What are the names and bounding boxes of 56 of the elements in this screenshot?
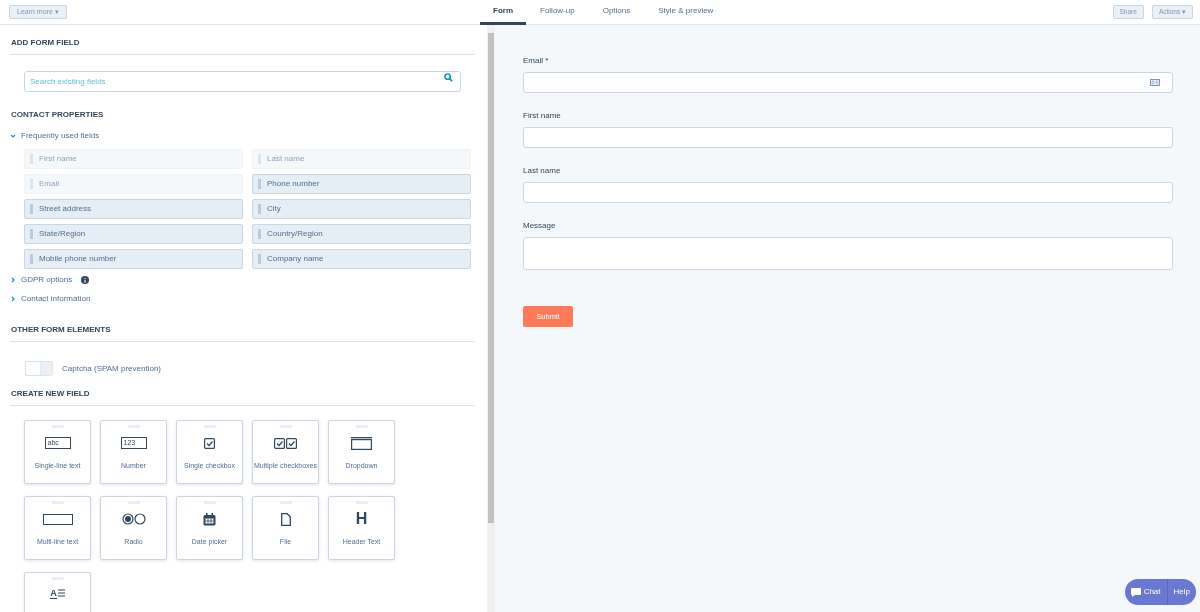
dropdown-icon xyxy=(351,436,372,450)
caret-icon[interactable] xyxy=(10,133,16,139)
section-heading: CREATE NEW FIELD xyxy=(10,388,91,400)
tab[interactable]: Options xyxy=(588,0,645,25)
drag-handle-icon xyxy=(258,229,261,239)
property-field[interactable]: Street address xyxy=(24,199,243,219)
input-field[interactable] xyxy=(523,127,1173,148)
help-button[interactable]: Help xyxy=(1167,579,1196,605)
section-heading: OTHER FORM ELEMENTS xyxy=(10,324,112,336)
checkboxes-icon xyxy=(274,437,297,449)
chat-bubble-icon xyxy=(1130,587,1141,597)
property-field[interactable]: Company name xyxy=(252,249,471,269)
group-label[interactable]: Contact information xyxy=(21,293,91,305)
header-icon: H xyxy=(355,511,368,527)
search-icon xyxy=(444,73,453,82)
caret-icon[interactable] xyxy=(10,277,16,283)
drag-handle-icon xyxy=(258,254,261,264)
property-field[interactable]: Mobile phone number xyxy=(24,249,243,269)
field-type-card[interactable]: A xyxy=(24,572,91,612)
calendar-icon xyxy=(203,512,216,526)
field-label: First name xyxy=(523,110,562,122)
section-heading: CONTACT PROPERTIES xyxy=(10,109,105,121)
group-label[interactable]: Frequently used fields xyxy=(21,130,100,142)
tab[interactable]: Style & preview xyxy=(644,0,728,25)
drag-handle-icon xyxy=(30,204,33,214)
tab[interactable]: Follow-up xyxy=(526,0,589,25)
input-field[interactable] xyxy=(523,182,1173,203)
input-field[interactable] xyxy=(523,237,1173,270)
drag-handle-icon xyxy=(30,254,33,264)
file-icon xyxy=(280,512,291,526)
search-field[interactable]: Search existing fields xyxy=(24,71,461,92)
property-field: First name xyxy=(24,149,243,169)
toggle-label: Captcha (SPAM prevention) xyxy=(62,362,161,375)
section-heading: ADD FORM FIELD xyxy=(10,37,81,49)
text-area-icon xyxy=(42,513,73,525)
checkbox-icon xyxy=(204,437,215,449)
toggle-switch[interactable] xyxy=(25,361,53,376)
group-label[interactable]: GDPR options xyxy=(21,274,73,286)
property-field[interactable]: Phone number xyxy=(252,174,471,194)
field-label: Email * xyxy=(523,55,550,67)
contact-card-icon xyxy=(1150,79,1160,86)
radio-icon xyxy=(121,513,146,525)
property-field: Email xyxy=(24,174,243,194)
field-label: Last name xyxy=(523,165,562,177)
caret-icon[interactable] xyxy=(10,296,16,302)
chat-button[interactable]: Chat xyxy=(1124,579,1168,605)
property-field: Last name xyxy=(252,149,471,169)
property-field[interactable]: State/Region xyxy=(24,224,243,244)
input-field[interactable] xyxy=(523,72,1173,93)
property-field[interactable]: Country/Region xyxy=(252,224,471,244)
scrollbar-thumb[interactable] xyxy=(488,33,494,523)
drag-handle-icon xyxy=(258,204,261,214)
drag-handle-icon xyxy=(258,179,261,189)
property-field[interactable]: City xyxy=(252,199,471,219)
drag-handle-icon xyxy=(30,229,33,239)
field-label: Message xyxy=(523,220,557,232)
